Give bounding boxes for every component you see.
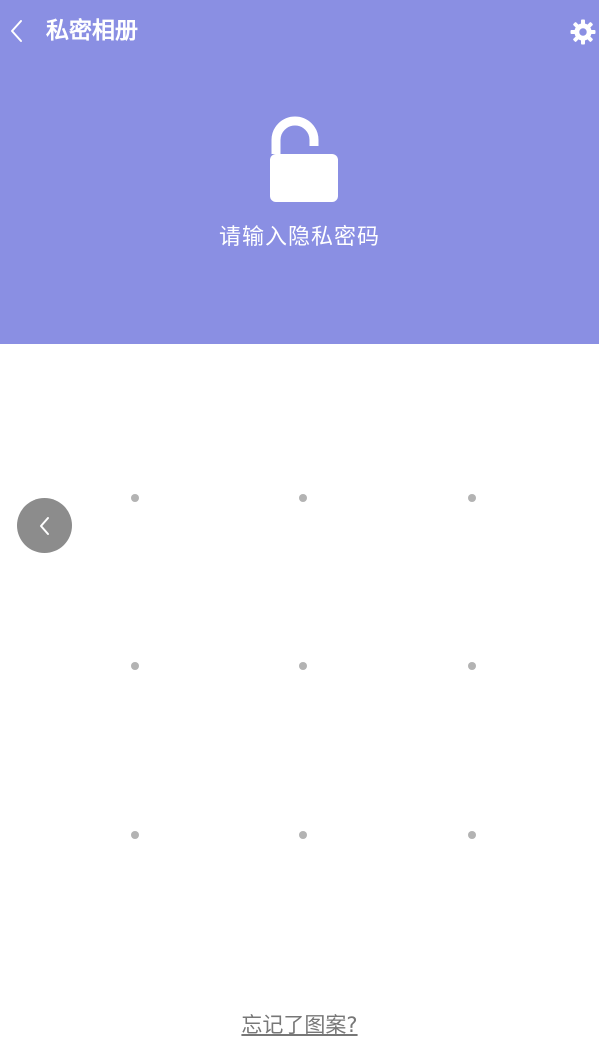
chevron-left-icon (39, 516, 49, 535)
chevron-left-icon (11, 20, 22, 42)
page-title: 私密相册 (46, 18, 138, 44)
pattern-dot[interactable] (123, 486, 147, 510)
pattern-lock-grid[interactable] (0, 344, 599, 984)
gear-icon (570, 19, 596, 45)
pattern-dot[interactable] (291, 823, 315, 847)
header-banner: 私密相册 请输入隐私密码 (0, 0, 599, 344)
unlocked-padlock-icon (270, 116, 338, 202)
settings-button[interactable] (566, 15, 599, 49)
floating-back-button[interactable] (17, 498, 72, 553)
forgot-pattern-link[interactable]: 忘记了图案? (0, 1010, 599, 1040)
pattern-dot[interactable] (291, 654, 315, 678)
pattern-dot[interactable] (460, 654, 484, 678)
pattern-dot[interactable] (460, 823, 484, 847)
password-prompt: 请输入隐私密码 (218, 225, 380, 250)
pattern-dot[interactable] (123, 823, 147, 847)
pattern-dot[interactable] (291, 486, 315, 510)
pattern-dot[interactable] (123, 654, 147, 678)
back-button[interactable] (0, 8, 34, 54)
pattern-dot[interactable] (460, 486, 484, 510)
